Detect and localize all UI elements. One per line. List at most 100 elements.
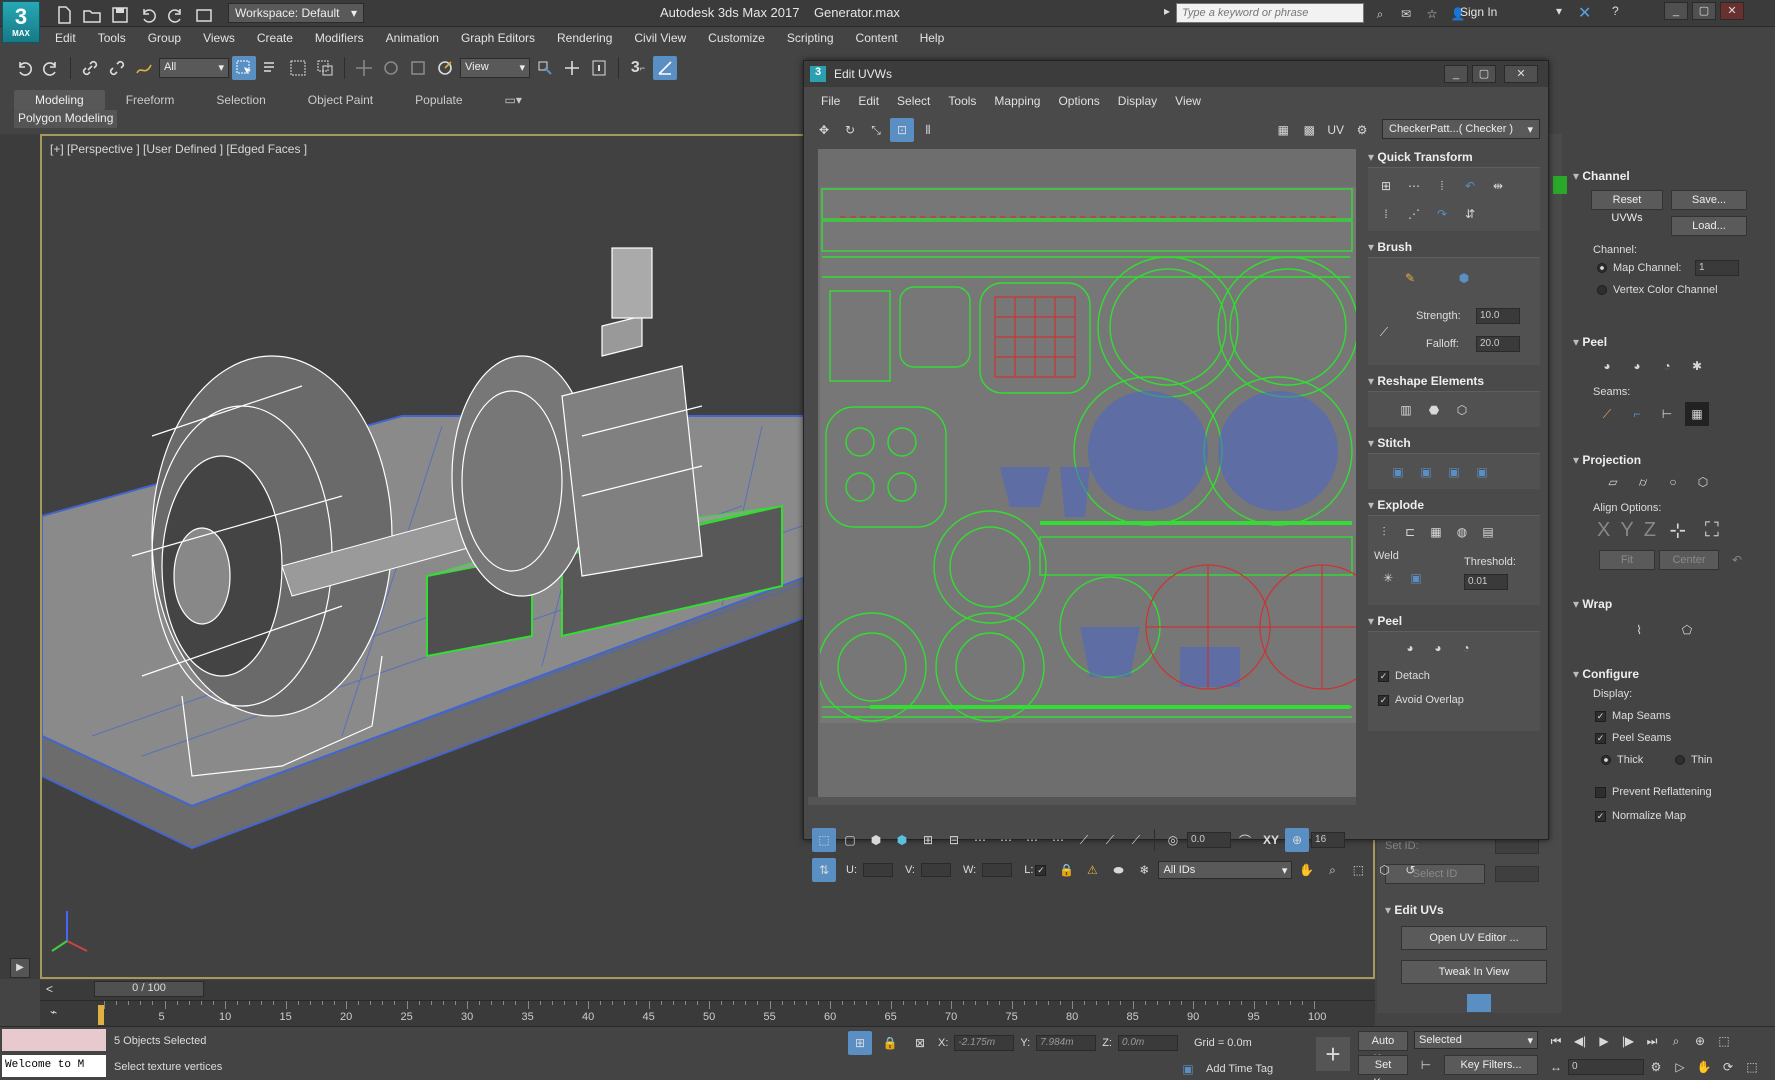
undo-icon[interactable]	[136, 3, 160, 27]
close-button[interactable]: ✕	[1720, 2, 1744, 20]
play-icon[interactable]: ▶	[10, 958, 30, 978]
align-to-edge-icon[interactable]: ⁞	[1374, 202, 1398, 226]
prev-frame-icon[interactable]: <	[46, 982, 53, 996]
align-x-button[interactable]: X	[1597, 519, 1610, 542]
maxscript-listener[interactable]: Welcome to M	[2, 1055, 106, 1077]
flatten-by-id-icon[interactable]: ▦	[1424, 520, 1448, 544]
quick-transform-header[interactable]: Quick Transform	[1362, 147, 1546, 167]
best-align-icon[interactable]: ⊹	[1666, 518, 1690, 542]
lock-l-checkbox[interactable]: ✓	[1035, 864, 1047, 876]
ribbon-panel-label[interactable]: Polygon Modeling	[14, 110, 118, 128]
scale-icon[interactable]	[406, 56, 430, 80]
rotate-ccw-icon[interactable]: ↶	[1458, 174, 1482, 198]
hide-icon[interactable]: ⬬	[1106, 858, 1130, 882]
menu-scripting[interactable]: Scripting	[776, 27, 845, 49]
soft-selection-spinner[interactable]: 0.0	[1187, 832, 1231, 848]
select-and-manipulate-icon[interactable]	[560, 56, 584, 80]
pixel-snap-icon[interactable]: ⊕	[1285, 828, 1310, 852]
z-coordinate[interactable]: 0.0m	[1117, 1035, 1178, 1051]
uv-mode-label[interactable]: UV	[1323, 123, 1348, 137]
workspace-dropdown[interactable]: Workspace: Default ▾	[228, 3, 364, 23]
brush-header[interactable]: Brush	[1362, 237, 1546, 257]
tab-freeform[interactable]: Freeform	[105, 90, 196, 110]
tab-modeling[interactable]: Modeling	[14, 90, 105, 110]
tab-populate[interactable]: Populate	[394, 90, 483, 110]
quick-peel-icon[interactable]: ◕	[1398, 636, 1422, 660]
redo-icon[interactable]	[39, 56, 63, 80]
align-horizontal-icon[interactable]: ⋯	[1402, 174, 1426, 198]
show-grid-icon[interactable]: ▩	[1297, 118, 1321, 142]
reset-peel-icon[interactable]: ◔	[1655, 354, 1679, 378]
peel-rollout-header[interactable]: Peel	[1567, 332, 1771, 352]
placement-icon[interactable]	[433, 56, 457, 80]
center-button[interactable]: Center	[1659, 550, 1719, 570]
search-input[interactable]: Type a keyword or phrase	[1176, 3, 1364, 23]
track-bar[interactable]: ⌁ 5 10 15 20 25 30 35 40 45 50 55 60 65 70 75 80 85 90 95 1…	[40, 1000, 1375, 1026]
uv-move-icon[interactable]: ✥	[812, 118, 836, 142]
communication-icon[interactable]: ✉	[1394, 2, 1418, 26]
selection-lock-icon[interactable]: 🔒	[878, 1031, 902, 1055]
spline-map-icon[interactable]: ⌇	[1627, 618, 1651, 642]
target-weld-icon[interactable]: ▣	[1404, 566, 1428, 590]
set-key-plus-icon[interactable]: +	[1316, 1037, 1350, 1071]
map-channel-radio[interactable]	[1597, 263, 1607, 274]
menu-edit[interactable]: Edit	[44, 27, 87, 49]
menu-animation[interactable]: Animation	[375, 27, 450, 49]
rotate-cw-icon[interactable]: ↷	[1430, 202, 1454, 226]
pivot-center-icon[interactable]	[533, 56, 557, 80]
open-uv-editor-button[interactable]: Open UV Editor ...	[1401, 926, 1547, 950]
maxscript-listener-top[interactable]	[2, 1029, 106, 1051]
weld-selected-icon[interactable]: ✳	[1376, 566, 1400, 590]
menu-group[interactable]: Group	[137, 27, 192, 49]
align-y-button[interactable]: Y	[1620, 519, 1633, 542]
grow-selection-icon[interactable]: ⊞	[916, 828, 940, 852]
align-vertical-icon[interactable]: ⦙	[1430, 174, 1454, 198]
channel-rollout-header[interactable]: Channel	[1567, 166, 1771, 186]
favorites-star-icon[interactable]: ☆	[1420, 2, 1444, 26]
map-seams-checkbox[interactable]: ✓	[1595, 710, 1606, 722]
uv-scale-icon[interactable]: ⤡	[864, 118, 888, 142]
peel-mode-icon[interactable]: ◕	[1426, 636, 1450, 660]
uv-menu-file[interactable]: File	[812, 94, 849, 108]
uv-menu-options[interactable]: Options	[1049, 94, 1108, 108]
undo-icon[interactable]	[12, 56, 36, 80]
edge-select-icon[interactable]: ▢	[838, 828, 862, 852]
peel-mode-icon[interactable]: ◕	[1625, 354, 1649, 378]
move-icon[interactable]	[352, 56, 376, 80]
curve-editor-icon[interactable]: ⌁	[50, 1005, 57, 1019]
help-icon[interactable]: ?	[1612, 4, 1619, 18]
vertex-color-radio[interactable]	[1597, 285, 1607, 296]
menu-content[interactable]: Content	[845, 27, 909, 49]
isolate-selection-icon[interactable]: ⊞	[848, 1031, 872, 1055]
snap-icon[interactable]: ↺	[1398, 858, 1422, 882]
minimize-button[interactable]: _	[1664, 2, 1688, 20]
stitch-to-source-icon[interactable]: ▣	[1414, 460, 1438, 484]
chevron-up-icon[interactable]	[1467, 994, 1491, 1012]
uv-window-titlebar[interactable]: 3 Edit UVWs _ ▢ ✕	[804, 61, 1548, 87]
uv-minimize-button[interactable]: _	[1444, 65, 1468, 83]
ring-grow-icon[interactable]: ⋯	[1046, 828, 1070, 852]
configure-rollout-header[interactable]: Configure	[1567, 664, 1771, 684]
ring-icon[interactable]: ⋯	[1020, 828, 1044, 852]
normalize-map-option[interactable]: ✓ Normalize Map	[1595, 810, 1686, 822]
align-z-button[interactable]: Z	[1644, 519, 1656, 542]
falloff-space-label[interactable]: XY	[1259, 833, 1283, 847]
reset-peel-icon[interactable]: ◔	[1454, 636, 1478, 660]
menu-help[interactable]: Help	[909, 27, 956, 49]
pan-view-icon[interactable]: ✋	[1692, 1055, 1716, 1079]
project-folder-icon[interactable]	[192, 3, 216, 27]
open-file-icon[interactable]	[80, 3, 104, 27]
stitch-custom-icon[interactable]: ▣	[1386, 460, 1410, 484]
break-icon[interactable]: ⫶	[1372, 520, 1396, 544]
rectangular-selection-icon[interactable]	[286, 56, 310, 80]
cylindrical-map-icon[interactable]: ⌭	[1631, 470, 1655, 494]
map-seams-option[interactable]: ✓ Map Seams	[1595, 710, 1671, 722]
ribbon-options-icon[interactable]: ▭▾	[484, 90, 543, 110]
autodesk-x-icon[interactable]: ✕	[1578, 3, 1591, 23]
next-frame-icon[interactable]: |▶	[1616, 1029, 1640, 1053]
thin-option[interactable]: Thin	[1675, 754, 1712, 766]
link-icon[interactable]	[78, 56, 102, 80]
uv-maximize-button[interactable]: ▢	[1472, 65, 1496, 83]
seams-to-edge-sel-icon[interactable]: ▦	[1685, 402, 1709, 426]
save-icon[interactable]	[108, 3, 132, 27]
